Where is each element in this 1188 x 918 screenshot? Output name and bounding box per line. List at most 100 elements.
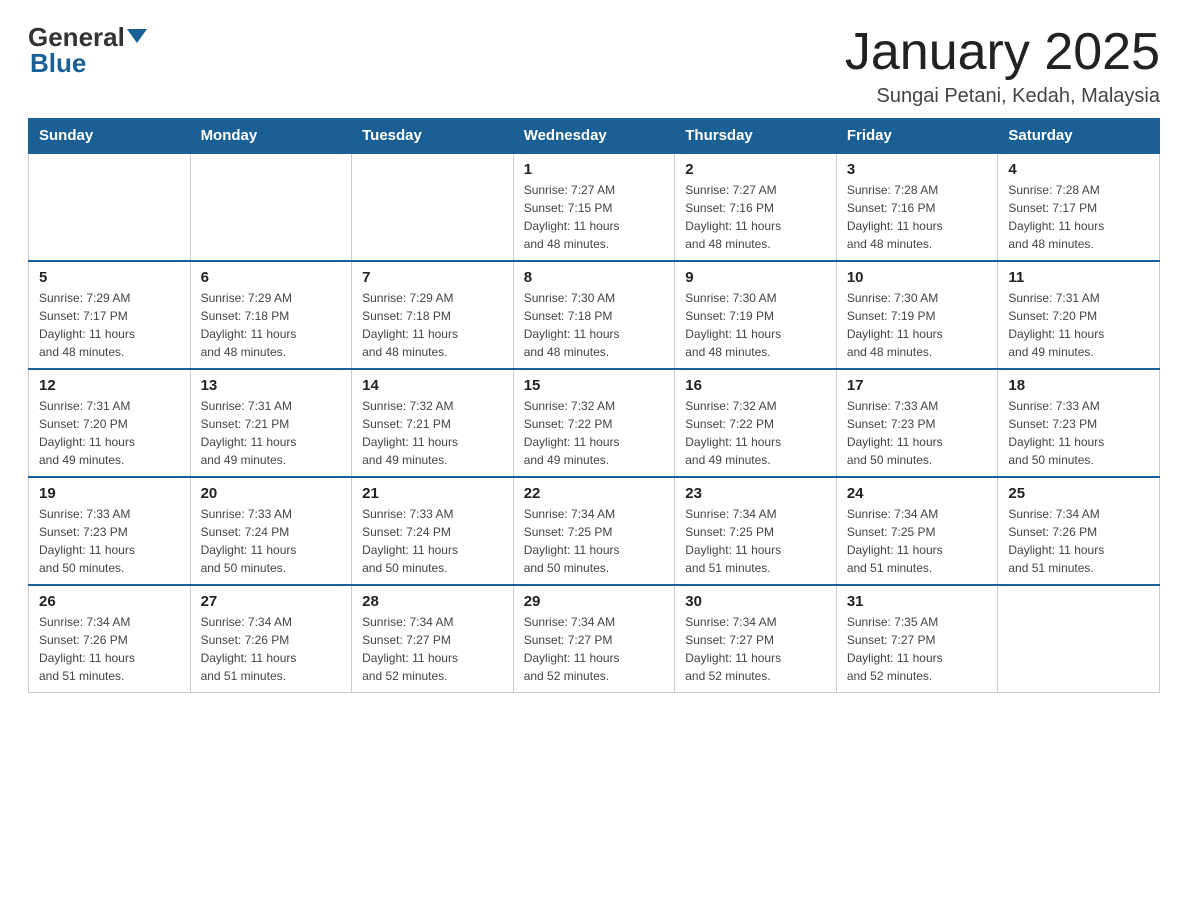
calendar-cell: 29 Sunrise: 7:34 AM Sunset: 7:27 PM Dayli… [513, 585, 675, 693]
calendar-cell: 24 Sunrise: 7:34 AM Sunset: 7:25 PM Dayli… [836, 477, 998, 585]
day-number: 20 [201, 485, 342, 502]
day-number: 3 [847, 161, 988, 178]
day-info: Sunrise: 7:32 AM Sunset: 7:22 PM Dayligh… [685, 397, 826, 469]
day-info: Sunrise: 7:34 AM Sunset: 7:26 PM Dayligh… [1008, 505, 1149, 577]
day-info: Sunrise: 7:34 AM Sunset: 7:25 PM Dayligh… [524, 505, 665, 577]
day-info: Sunrise: 7:30 AM Sunset: 7:19 PM Dayligh… [847, 289, 988, 361]
day-number: 19 [39, 485, 180, 502]
day-number: 2 [685, 161, 826, 178]
day-info: Sunrise: 7:34 AM Sunset: 7:26 PM Dayligh… [201, 613, 342, 685]
calendar-week-row: 5Sunrise: 7:29 AM Sunset: 7:17 PM Daylig… [29, 261, 1160, 369]
day-number: 7 [362, 269, 503, 286]
calendar-cell [190, 153, 352, 261]
column-header-friday: Friday [836, 119, 998, 154]
calendar-cell: 17Sunrise: 7:33 AM Sunset: 7:23 PM Dayli… [836, 369, 998, 477]
day-info: Sunrise: 7:34 AM Sunset: 7:27 PM Dayligh… [362, 613, 503, 685]
page-header: General Blue January 2025 Sungai Petani,… [28, 24, 1160, 108]
logo-arrow-icon [127, 29, 147, 43]
day-number: 1 [524, 161, 665, 178]
day-number: 18 [1008, 377, 1149, 394]
logo-general-text: General [28, 24, 125, 50]
day-number: 28 [362, 593, 503, 610]
day-info: Sunrise: 7:31 AM Sunset: 7:20 PM Dayligh… [1008, 289, 1149, 361]
day-number: 12 [39, 377, 180, 394]
day-info: Sunrise: 7:30 AM Sunset: 7:18 PM Dayligh… [524, 289, 665, 361]
day-number: 16 [685, 377, 826, 394]
calendar-cell: 5Sunrise: 7:29 AM Sunset: 7:17 PM Daylig… [29, 261, 191, 369]
calendar-cell: 21 Sunrise: 7:33 AM Sunset: 7:24 PM Dayli… [352, 477, 514, 585]
calendar-cell: 10 Sunrise: 7:30 AM Sunset: 7:19 PM Dayli… [836, 261, 998, 369]
calendar-cell: 19 Sunrise: 7:33 AM Sunset: 7:23 PM Dayli… [29, 477, 191, 585]
column-header-saturday: Saturday [998, 119, 1160, 154]
day-info: Sunrise: 7:34 AM Sunset: 7:25 PM Dayligh… [685, 505, 826, 577]
day-info: Sunrise: 7:35 AM Sunset: 7:27 PM Dayligh… [847, 613, 988, 685]
day-number: 4 [1008, 161, 1149, 178]
day-number: 24 [847, 485, 988, 502]
day-info: Sunrise: 7:30 AM Sunset: 7:19 PM Dayligh… [685, 289, 826, 361]
day-number: 25 [1008, 485, 1149, 502]
day-number: 6 [201, 269, 342, 286]
calendar-cell: 6 Sunrise: 7:29 AM Sunset: 7:18 PM Daylig… [190, 261, 352, 369]
calendar-cell: 22 Sunrise: 7:34 AM Sunset: 7:25 PM Dayli… [513, 477, 675, 585]
day-info: Sunrise: 7:28 AM Sunset: 7:17 PM Dayligh… [1008, 181, 1149, 253]
day-info: Sunrise: 7:28 AM Sunset: 7:16 PM Dayligh… [847, 181, 988, 253]
calendar-cell: 15 Sunrise: 7:32 AM Sunset: 7:22 PM Dayli… [513, 369, 675, 477]
calendar-cell [998, 585, 1160, 693]
calendar-cell: 18Sunrise: 7:33 AM Sunset: 7:23 PM Dayli… [998, 369, 1160, 477]
calendar-cell [352, 153, 514, 261]
day-info: Sunrise: 7:33 AM Sunset: 7:23 PM Dayligh… [39, 505, 180, 577]
day-number: 8 [524, 269, 665, 286]
day-number: 31 [847, 593, 988, 610]
calendar-cell: 14Sunrise: 7:32 AM Sunset: 7:21 PM Dayli… [352, 369, 514, 477]
day-info: Sunrise: 7:33 AM Sunset: 7:24 PM Dayligh… [201, 505, 342, 577]
calendar-week-row: 12 Sunrise: 7:31 AM Sunset: 7:20 PM Dayli… [29, 369, 1160, 477]
day-info: Sunrise: 7:27 AM Sunset: 7:16 PM Dayligh… [685, 181, 826, 253]
calendar-cell [29, 153, 191, 261]
day-number: 29 [524, 593, 665, 610]
calendar-cell: 2 Sunrise: 7:27 AM Sunset: 7:16 PM Daylig… [675, 153, 837, 261]
calendar-cell: 30Sunrise: 7:34 AM Sunset: 7:27 PM Dayli… [675, 585, 837, 693]
calendar-cell: 7Sunrise: 7:29 AM Sunset: 7:18 PM Daylig… [352, 261, 514, 369]
calendar-cell: 9Sunrise: 7:30 AM Sunset: 7:19 PM Daylig… [675, 261, 837, 369]
day-info: Sunrise: 7:34 AM Sunset: 7:25 PM Dayligh… [847, 505, 988, 577]
calendar-cell: 11Sunrise: 7:31 AM Sunset: 7:20 PM Dayli… [998, 261, 1160, 369]
calendar-subtitle: Sungai Petani, Kedah, Malaysia [845, 85, 1160, 108]
day-info: Sunrise: 7:31 AM Sunset: 7:20 PM Dayligh… [39, 397, 180, 469]
day-number: 5 [39, 269, 180, 286]
day-info: Sunrise: 7:34 AM Sunset: 7:26 PM Dayligh… [39, 613, 180, 685]
title-block: January 2025 Sungai Petani, Kedah, Malay… [845, 24, 1160, 108]
calendar-table: SundayMondayTuesdayWednesdayThursdayFrid… [28, 118, 1160, 693]
logo-blue-text: Blue [30, 48, 86, 78]
calendar-cell: 1 Sunrise: 7:27 AM Sunset: 7:15 PM Daylig… [513, 153, 675, 261]
calendar-cell: 26 Sunrise: 7:34 AM Sunset: 7:26 PM Dayli… [29, 585, 191, 693]
day-info: Sunrise: 7:27 AM Sunset: 7:15 PM Dayligh… [524, 181, 665, 253]
day-number: 14 [362, 377, 503, 394]
day-info: Sunrise: 7:34 AM Sunset: 7:27 PM Dayligh… [524, 613, 665, 685]
calendar-cell: 27 Sunrise: 7:34 AM Sunset: 7:26 PM Dayli… [190, 585, 352, 693]
calendar-cell: 8 Sunrise: 7:30 AM Sunset: 7:18 PM Daylig… [513, 261, 675, 369]
day-info: Sunrise: 7:33 AM Sunset: 7:24 PM Dayligh… [362, 505, 503, 577]
day-number: 23 [685, 485, 826, 502]
calendar-cell: 12 Sunrise: 7:31 AM Sunset: 7:20 PM Dayli… [29, 369, 191, 477]
calendar-cell: 31 Sunrise: 7:35 AM Sunset: 7:27 PM Dayli… [836, 585, 998, 693]
day-number: 17 [847, 377, 988, 394]
day-info: Sunrise: 7:32 AM Sunset: 7:22 PM Dayligh… [524, 397, 665, 469]
column-header-thursday: Thursday [675, 119, 837, 154]
day-number: 10 [847, 269, 988, 286]
calendar-cell: 13 Sunrise: 7:31 AM Sunset: 7:21 PM Dayli… [190, 369, 352, 477]
day-number: 30 [685, 593, 826, 610]
day-number: 26 [39, 593, 180, 610]
day-number: 22 [524, 485, 665, 502]
day-number: 27 [201, 593, 342, 610]
calendar-cell: 4 Sunrise: 7:28 AM Sunset: 7:17 PM Daylig… [998, 153, 1160, 261]
day-number: 15 [524, 377, 665, 394]
calendar-week-row: 1 Sunrise: 7:27 AM Sunset: 7:15 PM Daylig… [29, 153, 1160, 261]
day-number: 13 [201, 377, 342, 394]
calendar-cell: 16 Sunrise: 7:32 AM Sunset: 7:22 PM Dayli… [675, 369, 837, 477]
column-header-wednesday: Wednesday [513, 119, 675, 154]
day-info: Sunrise: 7:31 AM Sunset: 7:21 PM Dayligh… [201, 397, 342, 469]
column-header-tuesday: Tuesday [352, 119, 514, 154]
day-number: 21 [362, 485, 503, 502]
day-info: Sunrise: 7:29 AM Sunset: 7:18 PM Dayligh… [201, 289, 342, 361]
calendar-cell: 25 Sunrise: 7:34 AM Sunset: 7:26 PM Dayli… [998, 477, 1160, 585]
